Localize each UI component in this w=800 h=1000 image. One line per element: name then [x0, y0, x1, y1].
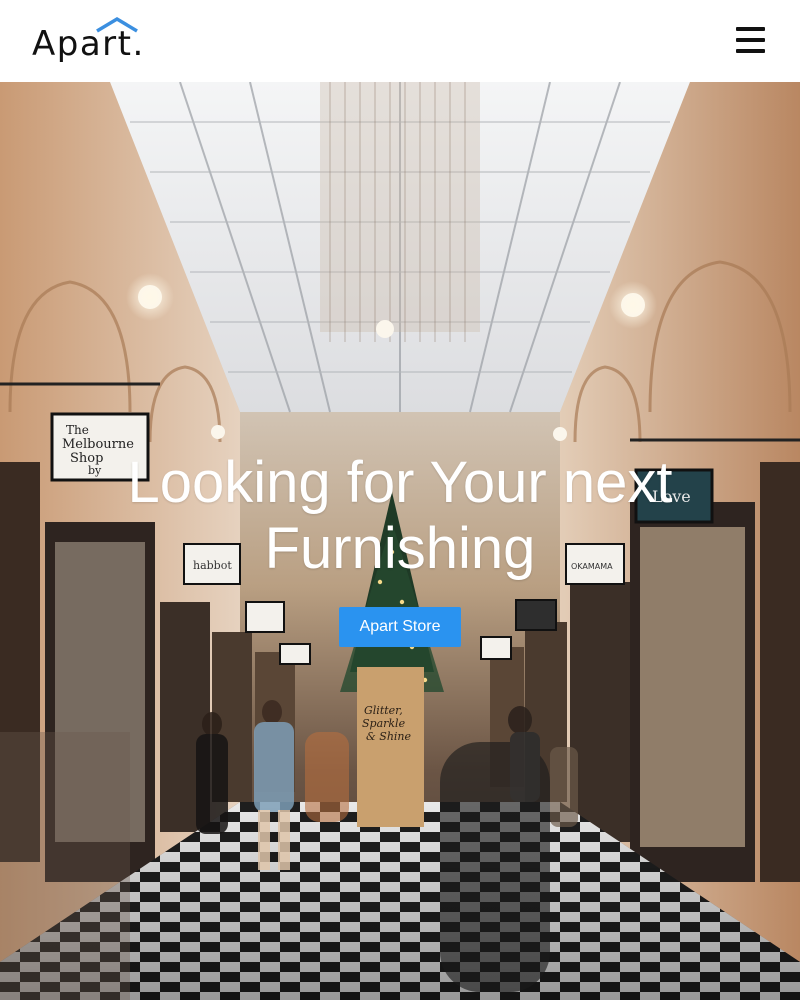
- hamburger-menu-icon-bar: [736, 38, 765, 42]
- logo-text: Apart.: [32, 24, 145, 64]
- glitter-sparkle-shine-box: Glitter, Sparkle & Shine: [357, 667, 424, 827]
- hero-section: The Melbourne Shop by habbot OKAMAMA Lov…: [0, 82, 800, 1000]
- site-header: Apart.: [0, 0, 800, 82]
- logo-link[interactable]: Apart.: [32, 14, 152, 66]
- hamburger-menu-icon: [736, 27, 765, 31]
- svg-text:& Shine: & Shine: [366, 730, 412, 743]
- hamburger-menu-icon-bar: [736, 49, 765, 53]
- hero-title: Looking for Your next Furnishing: [127, 450, 673, 581]
- svg-text:The: The: [66, 423, 89, 437]
- apart-store-button[interactable]: Apart Store: [339, 607, 461, 647]
- svg-text:Sparkle: Sparkle: [362, 717, 406, 730]
- svg-text:Glitter,: Glitter,: [364, 704, 403, 717]
- hamburger-menu-button[interactable]: [730, 22, 770, 58]
